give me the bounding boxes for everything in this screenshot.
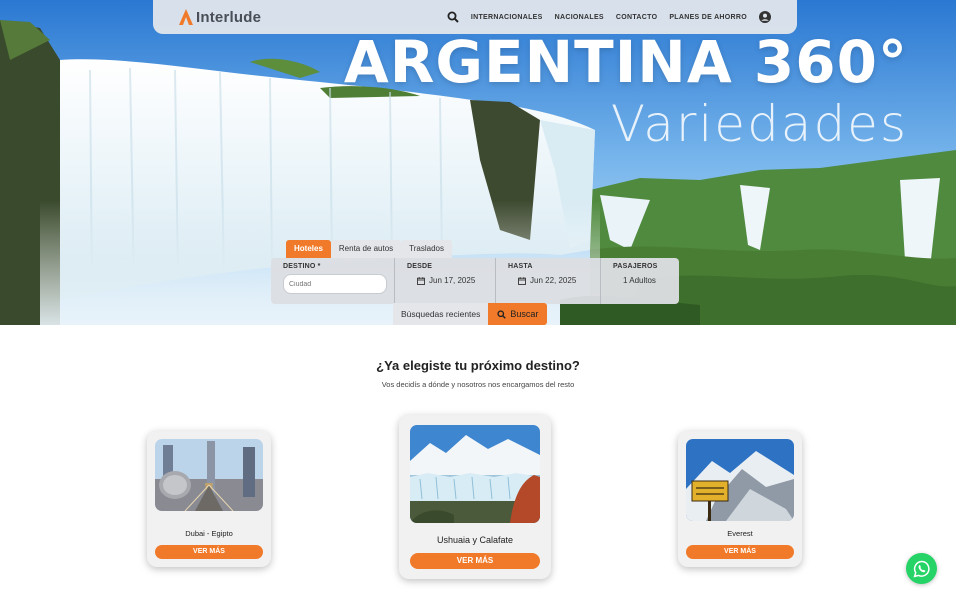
destination-name: Ushuaia y Calafate bbox=[436, 535, 514, 545]
destino-input[interactable] bbox=[283, 274, 387, 294]
destination-image bbox=[686, 439, 794, 521]
tab-renta-de-autos[interactable]: Renta de autos bbox=[330, 240, 402, 258]
calendar-icon bbox=[417, 276, 425, 285]
hasta-label: HASTA bbox=[508, 263, 533, 270]
brand-name: Interlude bbox=[196, 8, 262, 26]
destination-name: Dubai - Egipto bbox=[185, 529, 233, 538]
search-icon[interactable] bbox=[447, 11, 459, 23]
brand-logo[interactable]: Interlude bbox=[179, 9, 261, 26]
nav-link-nacionales[interactable]: NACIONALES bbox=[555, 14, 604, 21]
destination-name: Everest bbox=[727, 529, 753, 538]
recent-searches-button[interactable]: Búsquedas recientes bbox=[393, 303, 489, 325]
section-subtitle: Vos decidís a dónde y nosotros nos encar… bbox=[381, 380, 575, 389]
search-button[interactable]: Buscar bbox=[488, 303, 548, 325]
hasta-field[interactable]: HASTA Jun 22, 2025 bbox=[496, 258, 601, 304]
ver-mas-button[interactable]: VER MÁS bbox=[155, 545, 263, 559]
hero-subtitle: Variedades bbox=[610, 95, 908, 153]
nav-menu: INTERNACIONALES NACIONALES CONTACTO PLAN… bbox=[447, 11, 771, 23]
top-navbar: Interlude INTERNACIONALES NACIONALES CON… bbox=[153, 0, 797, 34]
desde-value: Jun 17, 2025 bbox=[429, 276, 476, 285]
hero-title: ARGENTINA 360° bbox=[343, 28, 908, 96]
calendar-icon bbox=[518, 276, 526, 285]
pasajeros-label: PASAJEROS bbox=[613, 263, 658, 270]
search-icon bbox=[497, 309, 507, 319]
destination-card-ushuaia-calafate[interactable]: Ushuaia y Calafate VER MÁS bbox=[399, 415, 551, 579]
ver-mas-button[interactable]: VER MÁS bbox=[410, 553, 540, 569]
search-actions: Búsquedas recientes Buscar bbox=[393, 303, 548, 325]
user-circle-icon[interactable] bbox=[759, 11, 771, 23]
destino-label: DESTINO * bbox=[283, 263, 321, 270]
search-form: DESTINO * DESDE Jun 17, 2025 HASTA Jun 2… bbox=[271, 258, 679, 304]
pasajeros-value: 1 Adultos bbox=[623, 276, 656, 285]
destination-card-everest[interactable]: Everest VER MÁS bbox=[678, 431, 802, 567]
hero-headline: ARGENTINA 360° Variedades bbox=[344, 30, 908, 154]
nav-link-planes-de-ahorro[interactable]: PLANES DE AHORRO bbox=[669, 14, 747, 21]
pasajeros-field[interactable]: PASAJEROS 1 Adultos bbox=[601, 258, 679, 304]
hasta-value: Jun 22, 2025 bbox=[530, 276, 577, 285]
desde-label: DESDE bbox=[407, 263, 433, 270]
search-tabs: Hoteles Renta de autos Traslados bbox=[286, 240, 452, 258]
search-button-label: Buscar bbox=[510, 309, 539, 319]
ver-mas-button[interactable]: VER MÁS bbox=[686, 545, 794, 559]
whatsapp-button[interactable] bbox=[906, 553, 937, 584]
destination-image bbox=[155, 439, 263, 511]
nav-link-internacionales[interactable]: INTERNACIONALES bbox=[471, 14, 543, 21]
logo-mark-icon bbox=[179, 9, 193, 25]
tab-hoteles[interactable]: Hoteles bbox=[286, 240, 331, 258]
destination-image bbox=[410, 425, 540, 523]
desde-field[interactable]: DESDE Jun 17, 2025 bbox=[395, 258, 496, 304]
tab-traslados[interactable]: Traslados bbox=[401, 240, 452, 258]
destination-card-dubai-egipto[interactable]: Dubai - Egipto VER MÁS bbox=[147, 431, 271, 567]
destino-field: DESTINO * bbox=[271, 258, 395, 304]
section-title: ¿Ya elegiste tu próximo destino? bbox=[376, 358, 580, 373]
whatsapp-icon bbox=[913, 560, 930, 577]
nav-link-contacto[interactable]: CONTACTO bbox=[616, 14, 657, 21]
